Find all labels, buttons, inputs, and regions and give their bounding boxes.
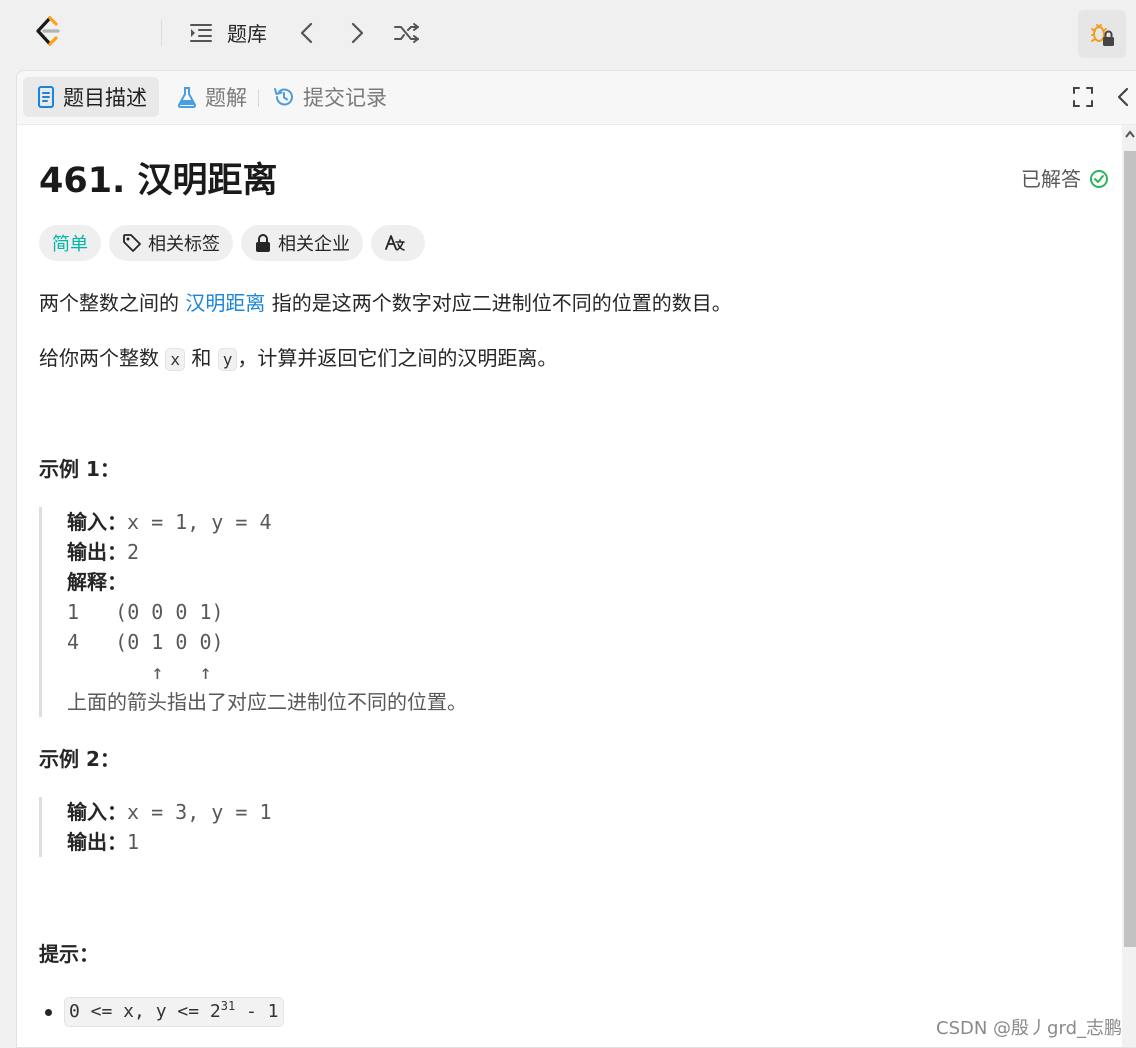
fullscreen-icon[interactable]	[1071, 85, 1095, 109]
desc2-text-post: ，计算并返回它们之间的汉明距离。	[237, 346, 558, 370]
top-navbar: 题库	[0, 0, 1136, 68]
translate-icon	[385, 235, 405, 251]
flask-icon	[177, 86, 197, 108]
input-value: x = 3, y = 1	[127, 800, 272, 824]
example-1-explain-line: 1 (0 0 0 1)	[67, 600, 224, 624]
example-1-explain-text: 上面的箭头指出了对应二进制位不同的位置。	[67, 690, 467, 714]
example-1-explain-line: 4 (0 1 0 0)	[67, 630, 224, 654]
nav-divider	[161, 20, 162, 46]
example-1-explain-arrows: ↑ ↑	[67, 660, 212, 684]
related-companies-chip[interactable]: 相关企业	[241, 225, 363, 261]
constraint-item: 0 <= x, y <= 231 - 1	[45, 997, 284, 1027]
hints-heading: 提示：	[39, 942, 99, 966]
solved-status: 已解答	[1021, 165, 1109, 193]
input-value: x = 1, y = 4	[127, 510, 272, 534]
bullet-dot	[45, 1008, 52, 1016]
example-2-block: 输入：x = 3, y = 1 输出：1	[39, 797, 272, 857]
example-1-block: 输入：x = 1, y = 4 输出：2 解释： 1 (0 0 0 1) 4 (…	[39, 507, 467, 717]
inline-code-y: y	[217, 348, 238, 371]
input-label: 输入：	[67, 800, 127, 824]
example-2-heading: 示例 2：	[39, 747, 120, 771]
tab-description[interactable]: 题目描述	[23, 77, 159, 117]
description-paragraph-2: 给你两个整数 x 和 y ，计算并返回它们之间的汉明距离。	[39, 343, 557, 375]
check-circle-icon	[1090, 170, 1108, 188]
history-icon	[273, 86, 295, 108]
debug-button[interactable]	[1078, 10, 1126, 58]
output-label: 输出：	[67, 830, 127, 854]
shuffle-icon[interactable]	[392, 20, 422, 46]
tag-chips: 简单 相关标签 相关企业	[39, 225, 425, 261]
tab-description-label: 题目描述	[63, 86, 147, 110]
output-label: 输出：	[67, 540, 127, 564]
problem-list-label[interactable]: 题库	[227, 20, 267, 48]
csdn-watermark: CSDN @殷丿grd_志鹏	[936, 1018, 1122, 1039]
leetcode-logo-icon[interactable]	[30, 14, 66, 50]
related-tags-chip[interactable]: 相关标签	[109, 225, 233, 261]
example-1-input: 输入：x = 1, y = 4	[67, 507, 467, 537]
panel-tabbar: 题目描述 题解 提交记录	[17, 71, 1136, 125]
problem-list-icon[interactable]	[188, 20, 214, 46]
tab-submissions[interactable]: 提交记录	[259, 77, 399, 117]
difficulty-badge[interactable]: 简单	[39, 225, 101, 261]
problem-panel: 题目描述 题解 提交记录 461. 汉明距离 已解答 简单 相关标签 相关企业 …	[16, 70, 1136, 1048]
translate-chip[interactable]	[371, 225, 425, 261]
constraint-text-post: - 1	[235, 1001, 279, 1022]
example-2-input: 输入：x = 3, y = 1	[67, 797, 272, 827]
scroll-up-arrow-icon[interactable]	[1125, 129, 1135, 139]
related-tags-label: 相关标签	[148, 234, 220, 255]
collapse-panel-icon[interactable]	[1113, 85, 1133, 109]
document-icon	[37, 86, 55, 108]
tab-submissions-label: 提交记录	[303, 86, 387, 110]
related-companies-label: 相关企业	[278, 234, 350, 255]
scrollbar-thumb[interactable]	[1124, 151, 1136, 947]
constraint-code: 0 <= x, y <= 231 - 1	[64, 997, 284, 1027]
tab-solutions[interactable]: 题解	[163, 77, 259, 117]
bug-lock-icon	[1091, 24, 1114, 46]
desc1-text-post: 指的是这两个数字对应二进制位不同的位置的数目。	[265, 291, 732, 315]
solved-status-label: 已解答	[1021, 167, 1081, 191]
tab-solutions-label: 题解	[205, 86, 247, 110]
constraint-text: 0 <= x, y <= 2	[69, 1001, 221, 1022]
problem-title: 461. 汉明距离	[39, 161, 278, 201]
tag-icon	[123, 234, 141, 252]
example-1-output: 输出：2	[67, 537, 467, 567]
next-problem-icon[interactable]	[346, 20, 368, 46]
previous-problem-icon[interactable]	[296, 20, 318, 46]
output-value: 2	[127, 540, 140, 564]
constraint-exponent: 31	[220, 999, 236, 1013]
desc2-text-pre: 给你两个整数	[39, 346, 166, 370]
desc1-text-pre: 两个整数之间的	[39, 291, 186, 315]
problem-content: 461. 汉明距离 已解答 简单 相关标签 相关企业 两个整数之间的 汉明距离 …	[39, 125, 1109, 1047]
description-paragraph-1: 两个整数之间的 汉明距离 指的是这两个数字对应二进制位不同的位置的数目。	[39, 288, 732, 318]
example-2-output: 输出：1	[67, 827, 272, 857]
example-1-explain-label: 解释：	[67, 567, 467, 597]
input-label: 输入：	[67, 510, 127, 534]
example-1-heading: 示例 1：	[39, 457, 120, 481]
inline-code-x: x	[165, 348, 185, 371]
lock-icon	[256, 234, 270, 252]
output-value: 1	[127, 830, 140, 854]
desc2-text-mid: 和	[185, 346, 218, 370]
hamming-distance-link[interactable]: 汉明距离	[185, 291, 265, 315]
explain-label: 解释：	[67, 570, 127, 594]
